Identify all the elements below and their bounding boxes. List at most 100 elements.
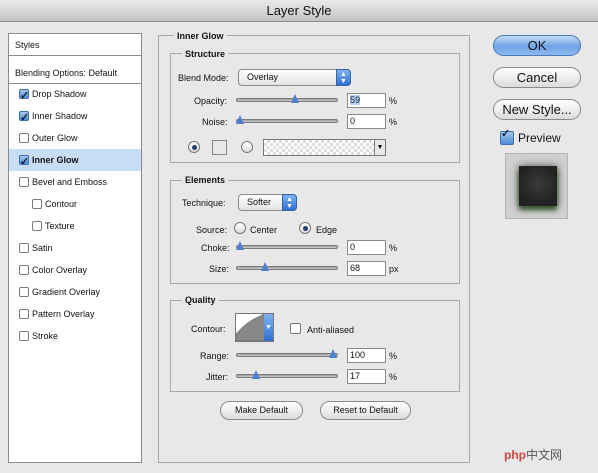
size-slider-track[interactable] [236,266,338,270]
blend-mode-value: Overlay [247,72,279,82]
sidebar-item-label: Texture [45,221,75,231]
range-slider-thumb[interactable] [329,349,338,359]
sidebar-item-checkbox[interactable] [19,265,29,275]
choke-label: Choke: [201,243,230,253]
chevron-down-icon: ▼ [264,314,273,341]
sidebar-item-contour[interactable]: Contour [9,193,141,215]
preview-label: Preview [518,131,561,145]
noise-field[interactable]: 0 [347,114,386,129]
sidebar-item-inner-shadow[interactable]: Inner Shadow [9,105,141,129]
sidebar-item-label: Outer Glow [32,133,78,143]
sidebar-item-stroke[interactable]: Stroke [9,325,141,347]
sidebar-item-outer-glow[interactable]: Outer Glow [9,127,141,149]
contour-picker[interactable]: ▼ [235,313,274,342]
choke-slider-thumb[interactable] [236,241,245,251]
sidebar-item-label: Gradient Overlay [32,287,101,297]
contour-curve-icon [236,314,266,341]
size-unit: px [389,264,399,274]
sidebar-item-satin[interactable]: Satin [9,237,141,259]
elements-legend: Elements [182,175,229,185]
ok-button[interactable]: OK [493,35,581,56]
noise-label: Noise: [202,117,228,127]
styles-sidebar: Styles Blending Options: Default Drop Sh… [8,33,142,463]
preview-checkbox[interactable] [500,127,514,145]
sidebar-item-gradient-overlay[interactable]: Gradient Overlay [9,281,141,303]
chevron-down-icon: ▼ [374,140,385,155]
jitter-slider-thumb[interactable] [251,370,261,380]
anti-aliased-checkbox[interactable] [290,323,301,334]
preview-thumbnail [505,153,568,219]
technique-label: Technique: [182,198,226,208]
sidebar-item-checkbox[interactable] [19,243,29,253]
range-slider-track[interactable] [236,353,338,357]
anti-aliased-label: Anti-aliased [307,325,355,335]
range-field[interactable]: 100 [347,348,386,363]
sidebar-item-label: Inner Glow [32,155,79,165]
watermark-logo: php中文网 [504,448,563,462]
size-slider-thumb[interactable] [261,262,270,272]
noise-slider-thumb[interactable] [236,115,245,125]
sidebar-item-checkbox[interactable] [19,177,29,187]
sidebar-item-label: Drop Shadow [32,89,87,99]
solid-color-radio[interactable] [188,141,200,153]
sidebar-item-checkbox[interactable] [32,221,42,231]
sidebar-item-drop-shadow[interactable]: Drop Shadow [9,83,141,107]
jitter-field[interactable]: 17 [347,369,386,384]
sidebar-item-checkbox[interactable] [19,287,29,297]
noise-slider-track[interactable] [236,119,338,123]
range-unit: % [389,351,398,361]
jitter-unit: % [389,372,398,382]
new-style-button[interactable]: New Style... [493,99,581,120]
panel-title: Inner Glow [174,31,227,41]
choke-field[interactable]: 0 [347,240,386,255]
opacity-slider-track[interactable] [236,98,338,102]
opacity-slider-thumb[interactable] [290,94,300,104]
source-label: Source: [196,225,228,235]
sidebar-item-color-overlay[interactable]: Color Overlay [9,259,141,281]
sidebar-item-label: Stroke [32,331,59,341]
sidebar-item-pattern-overlay[interactable]: Pattern Overlay [9,303,141,325]
noise-unit: % [389,117,398,127]
blend-mode-select[interactable]: Overlay ▲ ▼ [238,69,351,86]
source-edge-label: Edge [316,225,338,235]
source-edge-radio[interactable] [299,222,311,234]
source-center-radio[interactable] [234,222,246,234]
reset-to-default-button[interactable]: Reset to Default [320,401,411,420]
sidebar-item-inner-glow[interactable]: Inner Glow [9,149,141,173]
sidebar-item-label: Pattern Overlay [32,309,95,319]
updown-arrow-icon: ▲ ▼ [336,69,351,86]
choke-slider-track[interactable] [236,245,338,249]
sidebar-item-checkbox[interactable] [19,151,29,173]
gradient-radio[interactable] [241,141,253,153]
sidebar-item-texture[interactable]: Texture [9,215,141,237]
choke-unit: % [389,243,398,253]
window-title: Layer Style [0,0,598,22]
contour-label: Contour: [191,324,226,334]
source-center-label: Center [250,225,278,235]
opacity-field[interactable]: 59 [347,93,386,108]
opacity-unit: % [389,96,398,106]
sidebar-item-label: Bevel and Emboss [32,177,108,187]
sidebar-item-checkbox[interactable] [19,133,29,143]
sidebar-blending-options[interactable]: Blending Options: Default [9,62,141,84]
make-default-button[interactable]: Make Default [220,401,303,420]
sidebar-item-bevel-and-emboss[interactable]: Bevel and Emboss [9,171,141,193]
sidebar-item-label: Contour [45,199,78,209]
cancel-button[interactable]: Cancel [493,67,581,88]
range-label: Range: [200,351,230,361]
sidebar-item-checkbox[interactable] [19,309,29,319]
blend-mode-label: Blend Mode: [178,73,229,83]
opacity-label: Opacity: [194,96,228,106]
jitter-label: Jitter: [206,372,229,382]
sidebar-item-checkbox[interactable] [32,199,42,209]
sidebar-item-checkbox[interactable] [19,331,29,341]
size-field[interactable]: 68 [347,261,386,276]
updown-arrow-icon: ▲ ▼ [282,194,297,211]
sidebar-item-checkbox[interactable] [19,85,29,107]
sidebar-styles-header[interactable]: Styles [9,34,141,56]
gradient-picker[interactable]: ▼ [263,139,386,156]
glow-color-swatch[interactable] [212,140,227,155]
sidebar-item-checkbox[interactable] [19,107,29,129]
quality-legend: Quality [182,295,219,305]
technique-select[interactable]: Softer ▲ ▼ [238,194,297,211]
